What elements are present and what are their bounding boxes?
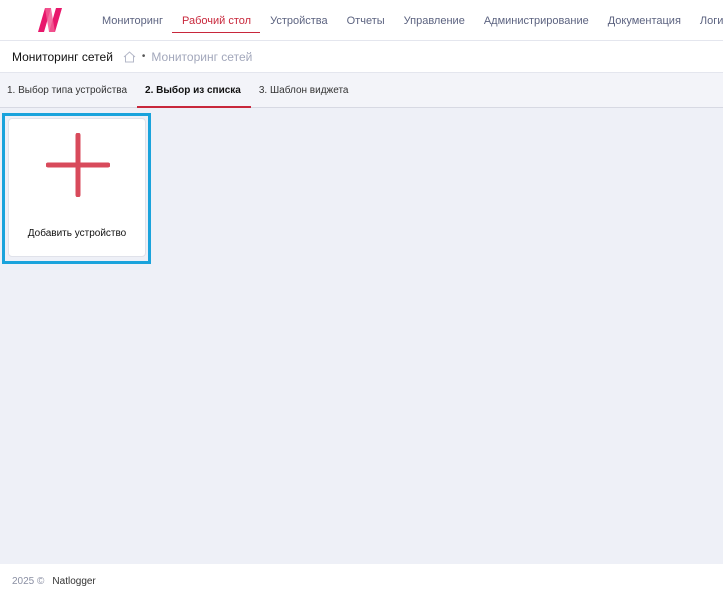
nav-item-monitoring[interactable]: Мониторинг	[92, 0, 172, 41]
nav-item-management[interactable]: Управление	[394, 0, 474, 41]
footer: 2025 © Natlogger	[0, 564, 723, 599]
home-icon[interactable]	[123, 50, 136, 63]
nav-item-administration[interactable]: Администрирование	[474, 0, 598, 41]
page-header: Мониторинг сетей • Мониторинг сетей	[0, 41, 723, 73]
tab-widget-template[interactable]: 3. Шаблон виджета	[251, 73, 359, 107]
footer-copyright: 2025 ©	[12, 576, 45, 587]
nav-item-devices[interactable]: Устройства	[260, 0, 337, 41]
brand-logo-icon[interactable]	[34, 6, 70, 34]
nav-item-reports[interactable]: Отчеты	[337, 0, 394, 41]
nav-item-documentation[interactable]: Документация	[598, 0, 690, 41]
add-device-label: Добавить устройство	[27, 228, 127, 239]
nav-item-desktop[interactable]: Рабочий стол	[172, 0, 261, 41]
nav-item-logs[interactable]: Логи	[690, 0, 723, 41]
plus-icon	[46, 133, 110, 197]
footer-brand[interactable]: Natlogger	[52, 576, 95, 587]
breadcrumb-separator: •	[141, 51, 146, 62]
page-title: Мониторинг сетей	[12, 49, 113, 64]
breadcrumb-current: Мониторинг сетей	[151, 49, 253, 64]
main-content: Добавить устройство	[0, 109, 723, 564]
wizard-tabs: 1. Выбор типа устройства 2. Выбор из спи…	[0, 73, 723, 108]
add-device-card[interactable]: Добавить устройство	[8, 118, 146, 257]
main-nav: Мониторинг Рабочий стол Устройства Отчет…	[92, 0, 723, 41]
top-navigation-bar: Мониторинг Рабочий стол Устройства Отчет…	[0, 0, 723, 41]
tab-device-type[interactable]: 1. Выбор типа устройства	[0, 73, 137, 107]
tab-select-from-list[interactable]: 2. Выбор из списка	[137, 73, 251, 108]
